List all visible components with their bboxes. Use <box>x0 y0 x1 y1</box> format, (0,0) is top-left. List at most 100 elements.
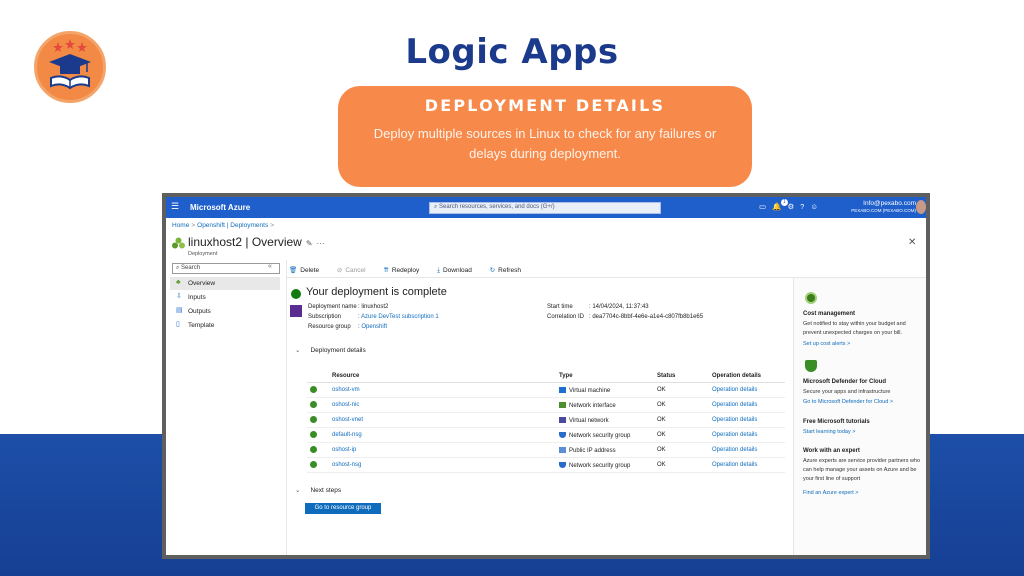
deployment-status-title: Your deployment is complete <box>306 286 447 298</box>
resource-link[interactable]: oshost-nic <box>332 402 359 408</box>
expert-text: Azure experts are service provider partn… <box>803 458 921 482</box>
virtual-machine-icon <box>559 387 566 393</box>
next-steps-toggle[interactable]: ⌄ Next steps <box>295 486 341 494</box>
resource-link[interactable]: oshost-vm <box>332 387 360 393</box>
download-button[interactable]: ⤓ Download <box>437 267 480 274</box>
breadcrumb: Home > Openshift | Deployments > <box>172 222 274 229</box>
portal-screenshot-frame: ☰ Microsoft Azure ⌕ Search resources, se… <box>162 193 930 559</box>
expert-title: Work with an expert <box>803 448 860 454</box>
tutorials-title: Free Microsoft tutorials <box>803 419 870 425</box>
settings-icon[interactable]: ⚙ <box>787 202 800 211</box>
table-row: oshost-nsg Network security group OK Ope… <box>307 458 785 473</box>
resource-link[interactable]: oshost-vnet <box>332 417 363 423</box>
redeploy-button[interactable]: ⇈ Redeploy <box>383 267 427 274</box>
resource-link[interactable]: oshost-ip <box>332 447 356 453</box>
azure-brand[interactable]: Microsoft Azure <box>190 203 250 212</box>
azure-portal: ☰ Microsoft Azure ⌕ Search resources, se… <box>166 197 926 555</box>
page-subtitle: Deployment <box>188 251 218 257</box>
table-row: default-nsg Network security group OK Op… <box>307 428 785 443</box>
cloud-shell-icon[interactable]: ▭ <box>759 202 772 211</box>
deployment-icon <box>290 305 302 317</box>
success-icon <box>310 401 317 408</box>
shield-icon <box>559 462 566 468</box>
subscription-field: Subscription: Azure DevTest subscription… <box>308 314 439 320</box>
success-icon <box>310 446 317 453</box>
trash-icon: 🗑 <box>289 267 298 274</box>
help-icon[interactable]: ? <box>800 202 810 211</box>
chevron-down-icon: ⌄ <box>295 347 301 354</box>
notification-badge: 1 <box>781 199 788 206</box>
defender-text: Secure your apps and infrastructure <box>803 389 891 395</box>
refresh-button[interactable]: ↻ Refresh <box>490 267 529 274</box>
azure-top-bar: ☰ Microsoft Azure ⌕ Search resources, se… <box>166 197 926 218</box>
feedback-icon[interactable]: ☺ <box>810 202 824 211</box>
avatar[interactable] <box>916 200 926 214</box>
operation-details-link[interactable]: Operation details <box>712 432 757 438</box>
start-learning-link[interactable]: Start learning today > <box>803 429 855 435</box>
collapse-sidebar-icon[interactable]: « <box>268 263 272 270</box>
resource-group-field: Resource group: Openshift <box>308 324 388 330</box>
resource-link[interactable]: oshost-nsg <box>332 462 361 468</box>
deployment-details-table: Resource Type Status Operation details o… <box>307 371 785 473</box>
find-expert-link[interactable]: Find an Azure expert > <box>803 490 859 496</box>
sidebar-item-inputs[interactable]: ⇩ Inputs <box>170 291 280 304</box>
sidebar-item-outputs[interactable]: ▤ Outputs <box>170 305 280 318</box>
outputs-icon: ▤ <box>176 307 183 314</box>
deployment-resource-icon <box>172 237 185 249</box>
table-row: oshost-vnet Virtual network OK Operation… <box>307 413 785 428</box>
operation-details-link[interactable]: Operation details <box>712 387 757 393</box>
pin-icon[interactable]: ✎ <box>306 239 313 248</box>
table-header: Resource Type Status Operation details <box>307 371 785 383</box>
close-icon[interactable]: ✕ <box>908 237 916 248</box>
breadcrumb-home[interactable]: Home <box>172 222 189 229</box>
resource-link[interactable]: default-nsg <box>332 432 362 438</box>
hamburger-icon[interactable]: ☰ <box>171 201 179 212</box>
operation-details-link[interactable]: Operation details <box>712 447 757 453</box>
operation-details-link[interactable]: Operation details <box>712 417 757 423</box>
table-row: oshost-vm Virtual machine OK Operation d… <box>307 383 785 398</box>
deployment-details-toggle[interactable]: ⌄ Deployment details <box>295 346 366 354</box>
user-tenant: PEXABO.COM (PEXABO.COM) <box>851 208 916 213</box>
slide-title: Logic Apps <box>405 32 619 72</box>
network-interface-icon <box>559 402 566 408</box>
success-icon <box>310 386 317 393</box>
user-email[interactable]: Info@pexabo.com <box>854 200 916 207</box>
resource-group-link[interactable]: Openshift <box>361 324 387 330</box>
right-panel: Cost management Get notified to stay wit… <box>793 278 926 555</box>
cancel-button[interactable]: ⊘ Cancel <box>337 267 374 274</box>
download-icon: ⤓ <box>437 267 440 274</box>
sidebar-search-input[interactable]: ⌕ Search <box>172 263 280 274</box>
defender-link[interactable]: Go to Microsoft Defender for Cloud > <box>803 399 893 405</box>
global-search-input[interactable]: ⌕ Search resources, services, and docs (… <box>429 202 661 214</box>
success-check-icon <box>291 289 301 299</box>
card-heading: DEPLOYMENT DETAILS <box>424 96 666 115</box>
breadcrumb-deployments[interactable]: Openshift | Deployments <box>197 222 268 229</box>
table-row: oshost-nic Network interface OK Operatio… <box>307 398 785 413</box>
inputs-icon: ⇩ <box>176 293 182 300</box>
command-bar: 🗑 Delete ⊘ Cancel ⇈ Redeploy ⤓ Download ↻ Ref… <box>289 266 537 275</box>
redeploy-icon: ⇈ <box>383 267 389 274</box>
virtual-network-icon <box>559 417 566 423</box>
go-to-resource-group-button[interactable]: Go to resource group <box>305 503 381 514</box>
refresh-icon: ↻ <box>489 267 496 274</box>
sidebar-item-template[interactable]: ▯ Template <box>170 319 280 332</box>
deployment-details-card: DEPLOYMENT DETAILS Deploy multiple sourc… <box>338 86 752 187</box>
cost-alerts-link[interactable]: Set up cost alerts > <box>803 341 850 347</box>
subscription-link[interactable]: Azure DevTest subscription 1 <box>361 314 439 320</box>
public-ip-icon <box>559 447 566 453</box>
sidebar-item-overview[interactable]: ♣ Overview <box>170 277 280 290</box>
divider <box>286 260 287 555</box>
delete-button[interactable]: 🗑 Delete <box>289 267 327 274</box>
cancel-icon: ⊘ <box>336 267 343 274</box>
card-description: Deploy multiple sources in Linux to chec… <box>373 126 717 161</box>
start-time-field: Start time: 14/04/2024, 11:37:43 <box>547 304 649 310</box>
page-title: linuxhost2 | Overview ✎ ··· <box>188 235 325 249</box>
more-options-icon[interactable]: ··· <box>317 239 325 248</box>
shield-icon <box>559 432 566 438</box>
cost-management-icon <box>805 292 817 304</box>
success-icon <box>310 416 317 423</box>
success-icon <box>310 461 317 468</box>
success-icon <box>310 431 317 438</box>
operation-details-link[interactable]: Operation details <box>712 462 757 468</box>
operation-details-link[interactable]: Operation details <box>712 402 757 408</box>
